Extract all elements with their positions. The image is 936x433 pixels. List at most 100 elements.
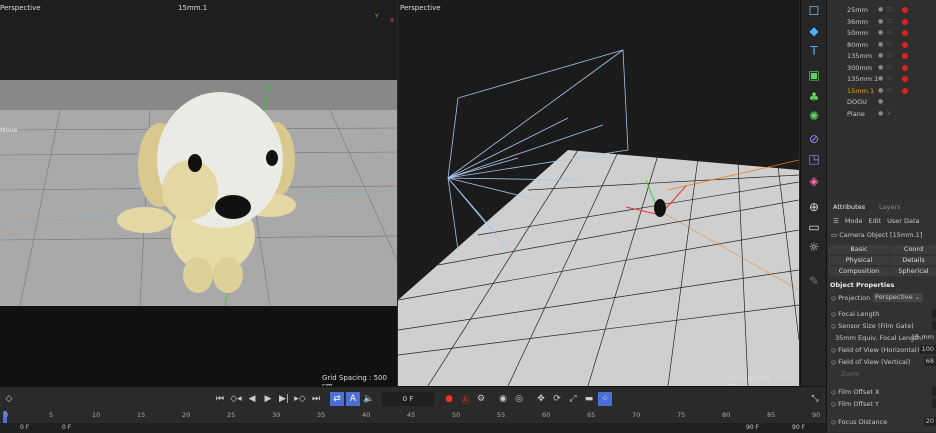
visibility-dots: ● ⁝⁝ — [878, 52, 893, 59]
next-frame-icon[interactable]: ▶| — [277, 392, 291, 406]
go-to-end-icon[interactable]: ⏭ — [309, 392, 323, 406]
pen-icon[interactable]: ✎ — [804, 272, 824, 290]
tick-label: 90 — [812, 411, 821, 419]
object-name: 300mm — [847, 63, 873, 72]
auto-key-icon[interactable]: Ⓐ — [458, 392, 472, 406]
object-row[interactable]: DOGU ● — [827, 97, 936, 106]
projection-label: ◇ Projection — [831, 294, 871, 302]
end-frame-2[interactable]: 90 F — [792, 424, 805, 431]
deformer-icon[interactable]: ⊘ — [804, 130, 824, 148]
prop-value[interactable] — [932, 309, 936, 318]
tag-icon — [902, 64, 908, 71]
motion-icon[interactable]: ◎ — [512, 392, 526, 406]
rotate-key-icon[interactable]: ⟳ — [550, 392, 564, 406]
object-row[interactable]: 36mm ● ⁝⁝ — [827, 17, 936, 26]
section-details[interactable]: Details — [890, 256, 936, 265]
tick-label: 65 — [587, 411, 596, 419]
section-spherical[interactable]: Spherical — [890, 267, 936, 276]
camera-label: 15mm.1 — [178, 4, 208, 12]
tool-icon-bar: ☐ ◆ T ▣ ♣ ✺ ⊘ ◳ ◈ ⊕ ▭ ☼ ✎ — [800, 0, 826, 386]
object-row[interactable]: 15mm.1 ● ⁝⁝ — [827, 86, 936, 95]
spline-icon[interactable]: ◳ — [804, 150, 824, 168]
visibility-dots: ● — [878, 98, 885, 105]
key-mode-icon[interactable]: ◉ — [496, 392, 510, 406]
object-row[interactable]: 80mm ● ⁝⁝ — [827, 40, 936, 49]
light-icon[interactable]: ☼ — [804, 238, 824, 256]
tick-label: 50 — [452, 411, 461, 419]
prop-value[interactable]: 100 — [919, 345, 936, 354]
cube-icon[interactable]: ◆ — [804, 22, 824, 40]
text-icon[interactable]: T — [804, 42, 824, 60]
object-manager: 25mm ● ⁝⁝ 36mm ● ⁝⁝ 50mm ● ⁝⁝ 80mm ● ⁝⁝ 135m… — [826, 0, 936, 200]
next-key-icon[interactable]: ▸◇ — [293, 392, 307, 406]
cloner-icon[interactable]: ♣ — [804, 88, 824, 106]
object-row[interactable]: Plane ● ✓ — [827, 109, 936, 118]
object-properties-header: Object Properties — [830, 281, 895, 289]
end-frame[interactable]: 90 F — [746, 424, 759, 431]
tag-icon — [902, 87, 908, 94]
point-key-icon[interactable]: ⁘ — [598, 392, 612, 406]
move-key-icon[interactable]: ✥ — [534, 392, 548, 406]
object-row[interactable]: 50mm ● ⁝⁝ — [827, 28, 936, 37]
projection-dropdown[interactable]: Perspective ⌄ — [873, 293, 923, 302]
record-icon[interactable]: ● — [442, 392, 456, 406]
range-icon[interactable]: A — [346, 392, 360, 406]
tick-label: 30 — [272, 411, 281, 419]
viewport-icon[interactable]: ☐ — [804, 2, 824, 20]
go-to-start-icon[interactable]: ⏮ — [213, 392, 227, 406]
prop-value[interactable] — [932, 387, 936, 396]
scene-icon[interactable]: ⊕ — [804, 198, 824, 216]
object-name: 25mm — [847, 5, 868, 14]
tab-layers[interactable]: Layers — [879, 203, 901, 213]
object-row[interactable]: 135mm.1 ● ⁝⁝ — [827, 74, 936, 83]
prop-value[interactable]: 68 — [923, 357, 936, 366]
prop-row: ◇ Field of View (Horizontal) — [831, 346, 920, 354]
camera-icon[interactable]: ▭ — [804, 218, 824, 236]
frame-field[interactable]: 0 F — [382, 392, 434, 406]
object-row[interactable]: 135mm ● ⁝⁝ — [827, 51, 936, 60]
tick-label: 45 — [407, 411, 416, 419]
menu-mode[interactable]: Mode — [845, 217, 863, 225]
tab-attributes[interactable]: Attributes — [833, 203, 865, 213]
tick-label: 60 — [542, 411, 551, 419]
prop-row: ◇ Focus Distance — [831, 418, 888, 426]
scale-key-icon[interactable]: ⤢ — [566, 392, 580, 406]
tick-label: 15 — [137, 411, 146, 419]
loop-icon[interactable]: ⇄ — [330, 392, 344, 406]
tick-label: 10 — [92, 411, 101, 419]
start-frame-2[interactable]: 0 F — [62, 424, 71, 431]
object-name: 135mm.1 — [847, 74, 879, 83]
object-name: Plane — [847, 109, 865, 118]
key-settings-icon[interactable]: ⚙ — [474, 392, 488, 406]
field-icon[interactable]: ◈ — [804, 172, 824, 190]
prop-value[interactable] — [932, 321, 936, 330]
section-coord[interactable]: Coord — [890, 245, 936, 254]
param-key-icon[interactable]: ▬ — [582, 392, 596, 406]
selection-icon[interactable]: ▣ — [804, 66, 824, 84]
expand-icon[interactable]: ⤡ — [808, 392, 822, 406]
menu-user-data[interactable]: User Data — [887, 217, 919, 225]
section-composition[interactable]: Composition — [829, 267, 889, 276]
object-row[interactable]: 300mm ● ⁝⁝ — [827, 63, 936, 72]
object-row[interactable]: 25mm ● ⁝⁝ — [827, 5, 936, 14]
object-title: ▭ Camera Object [15mm.1] — [831, 231, 923, 239]
section-basic[interactable]: Basic — [829, 245, 889, 254]
prop-row: ◇ Film Offset Y — [831, 400, 879, 408]
menu-edit[interactable]: Edit — [869, 217, 882, 225]
play-icon[interactable]: ▶ — [261, 392, 275, 406]
camera-small-icon: ▭ — [831, 231, 840, 239]
section-physical[interactable]: Physical — [829, 256, 889, 265]
prop-value[interactable]: 20 — [923, 417, 936, 426]
viewport-left[interactable]: Y X Perspective 15mm.1 Move Grid Spacing… — [0, 0, 397, 386]
menu-icon[interactable]: ☰ — [833, 217, 839, 225]
previous-key-icon[interactable]: ◇◂ — [229, 392, 243, 406]
effector-icon[interactable]: ✺ — [804, 107, 824, 125]
viewport-right[interactable]: Perspective Grid Spacing : 500 cm — [398, 0, 799, 386]
keyframe-icon[interactable]: ◇ — [2, 392, 16, 406]
start-frame[interactable]: 0 F — [20, 424, 29, 431]
previous-frame-icon[interactable]: ◀ — [245, 392, 259, 406]
timeline: ◇ ⏮ ◇◂ ◀ ▶ ▶| ▸◇ ⏭ ⇄ A 🔈 0 F ● Ⓐ ⚙ ◉ ◎ ✥… — [0, 386, 826, 433]
sound-icon[interactable]: 🔈 — [362, 392, 376, 406]
prop-value[interactable] — [932, 399, 936, 408]
prop-row: ◇ Focal Length — [831, 310, 880, 318]
